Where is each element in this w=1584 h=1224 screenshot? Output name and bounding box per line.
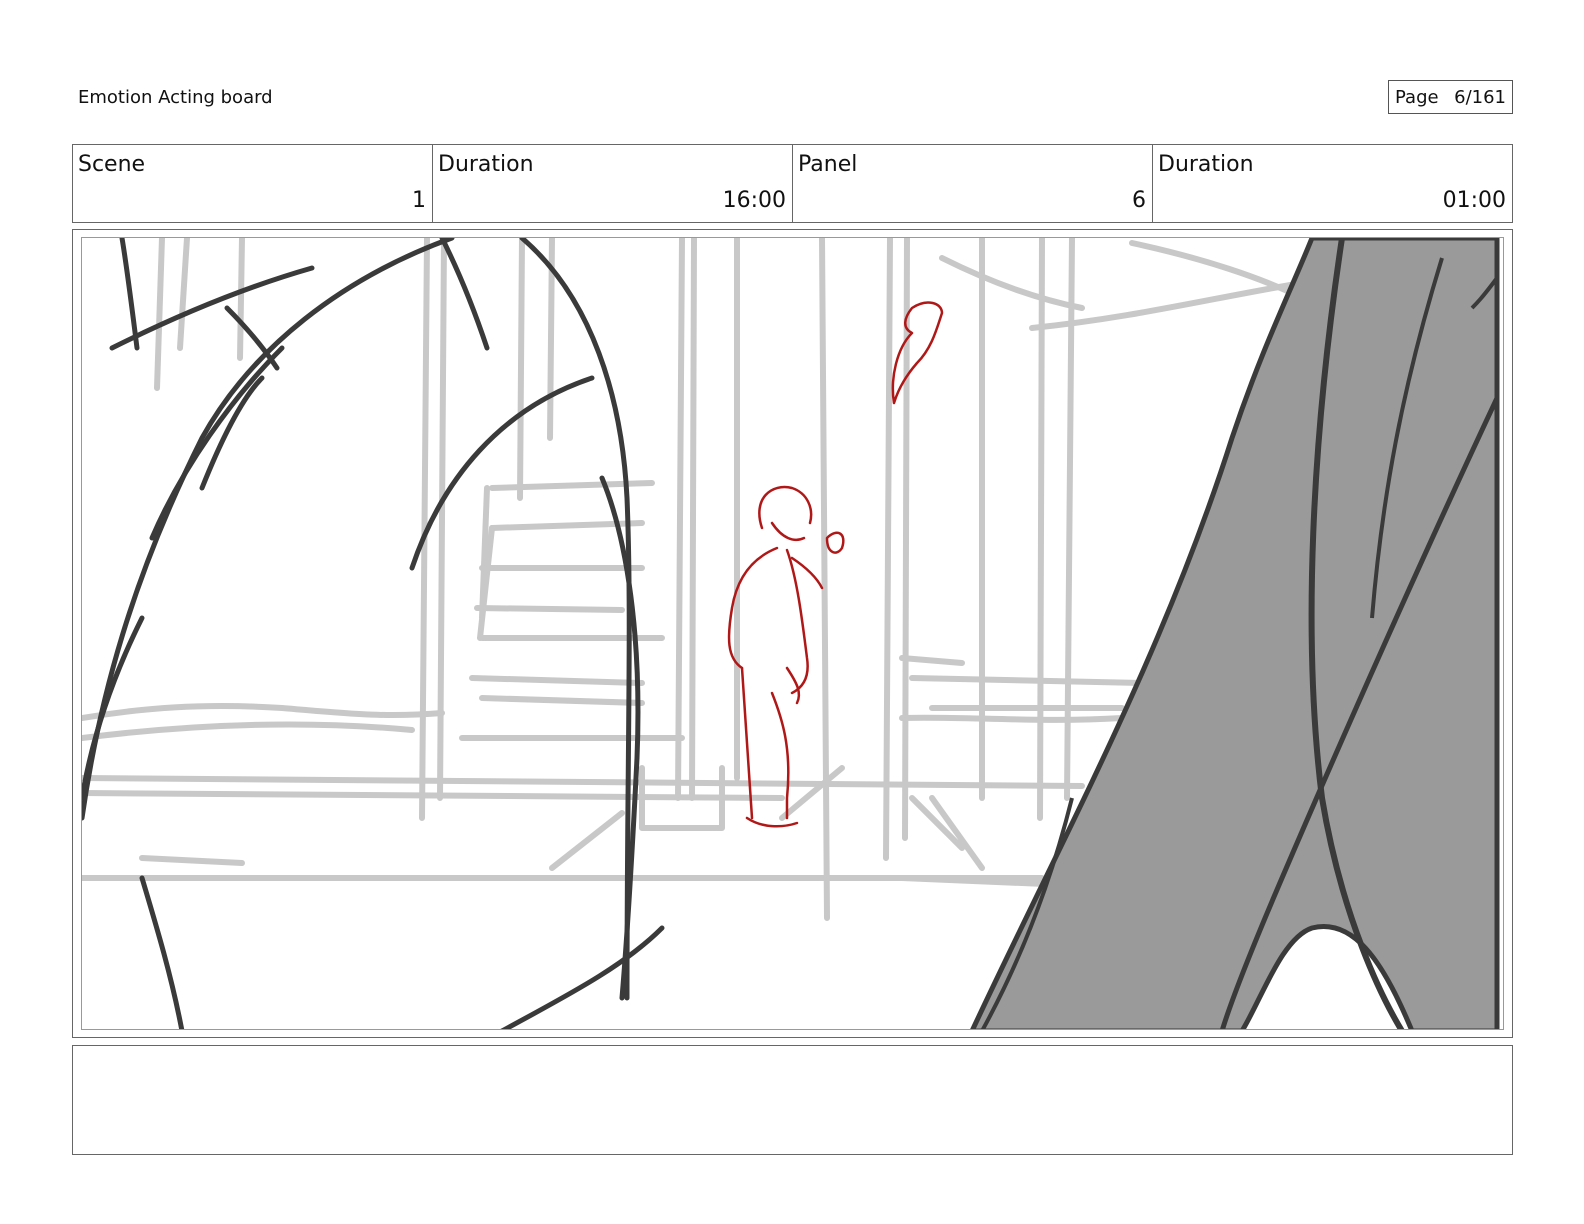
scene-cell: Scene 1	[73, 145, 433, 222]
panel-duration-label: Duration	[1158, 152, 1254, 177]
panel-value: 6	[1132, 188, 1146, 213]
panel-duration-value: 01:00	[1442, 188, 1506, 213]
foreground-line-art	[82, 238, 665, 1029]
foreground-shadow-shape	[970, 238, 1500, 1029]
panel-cell: Panel 6	[793, 145, 1153, 222]
notes-box[interactable]	[72, 1045, 1513, 1155]
scene-duration-value: 16:00	[722, 188, 786, 213]
storyboard-panel-frame	[72, 229, 1513, 1038]
scene-label: Scene	[78, 152, 146, 177]
panel-label: Panel	[798, 152, 858, 177]
character-figure	[727, 301, 944, 828]
page-indicator: Page 6/161	[1388, 80, 1513, 114]
scene-duration-label: Duration	[438, 152, 534, 177]
sketch-illustration	[82, 238, 1500, 1029]
page-label: Page	[1395, 86, 1439, 108]
scene-duration-cell: Duration 16:00	[433, 145, 793, 222]
panel-duration-cell: Duration 01:00	[1153, 145, 1512, 222]
panel-info-table: Scene 1 Duration 16:00 Panel 6 Duration …	[72, 144, 1513, 223]
scene-value: 1	[412, 188, 426, 213]
page-number: 6/161	[1454, 86, 1506, 108]
board-title: Emotion Acting board	[78, 87, 273, 108]
storyboard-drawing	[81, 237, 1504, 1030]
